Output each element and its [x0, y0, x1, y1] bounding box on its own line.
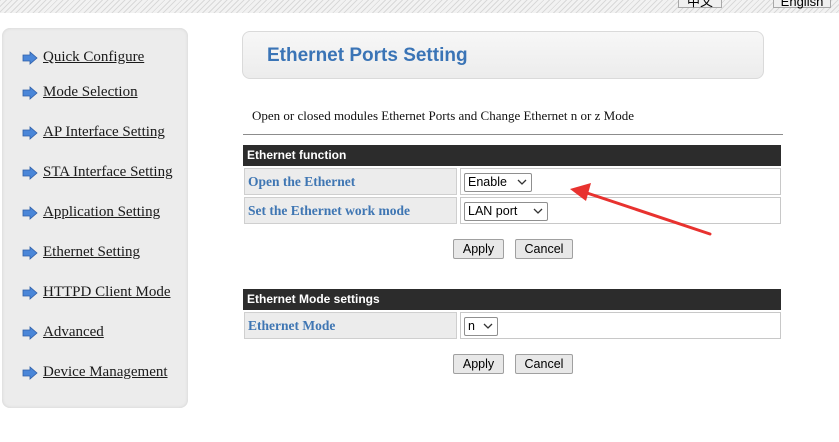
- chevron-down-icon: [483, 323, 493, 329]
- work-mode-select-value: LAN port: [468, 204, 518, 218]
- arrow-right-icon: [22, 245, 38, 260]
- sidebar-item-device-management[interactable]: Device Management: [22, 364, 168, 381]
- apply-button-mode[interactable]: Apply: [453, 354, 504, 374]
- ethernet-mode-field: n: [460, 312, 781, 339]
- arrow-right-icon: [22, 325, 38, 340]
- sidebar-item-sta-interface[interactable]: STA Interface Setting: [22, 164, 173, 181]
- sidebar-item-label: Quick Configure: [43, 49, 145, 65]
- ethernet-mode-label: Ethernet Mode: [244, 312, 457, 339]
- work-mode-select[interactable]: LAN port: [464, 202, 548, 221]
- sidebar-item-application-setting[interactable]: Application Setting: [22, 204, 160, 221]
- language-chinese-button[interactable]: 中文: [678, 0, 722, 9]
- sidebar-item-label: Ethernet Setting: [43, 244, 141, 260]
- sidebar-item-label: STA Interface Setting: [43, 164, 173, 180]
- open-ethernet-select[interactable]: Enable: [464, 173, 532, 192]
- apply-button[interactable]: Apply: [453, 239, 504, 259]
- sidebar-menu: Quick Configure Mode Selection AP Interf…: [2, 28, 188, 408]
- arrow-right-icon: [22, 165, 38, 180]
- sidebar-item-label: Mode Selection: [43, 84, 138, 100]
- sidebar-item-mode-selection[interactable]: Mode Selection: [22, 84, 138, 101]
- section-header-ethernet-function: Ethernet function: [243, 145, 781, 166]
- page-title-box: Ethernet Ports Setting: [242, 31, 764, 79]
- arrow-right-icon: [22, 125, 38, 140]
- arrow-right-icon: [22, 205, 38, 220]
- ethernet-mode-select-value: n: [468, 319, 475, 333]
- language-english-button[interactable]: English: [773, 0, 831, 9]
- page-title: Ethernet Ports Setting: [267, 45, 468, 66]
- open-ethernet-select-value: Enable: [468, 175, 507, 189]
- work-mode-label: Set the Ethernet work mode: [244, 197, 457, 224]
- chevron-down-icon: [533, 208, 543, 214]
- sidebar-item-ap-interface[interactable]: AP Interface Setting: [22, 124, 165, 141]
- open-ethernet-label: Open the Ethernet: [244, 168, 457, 195]
- sidebar-item-quick-configure[interactable]: Quick Configure: [22, 49, 144, 66]
- ethernet-mode-select[interactable]: n: [464, 317, 498, 336]
- section-header-ethernet-mode: Ethernet Mode settings: [243, 289, 781, 310]
- page-description: Open or closed modules Ethernet Ports an…: [252, 108, 634, 123]
- chevron-down-icon: [517, 179, 527, 185]
- sidebar-item-label: Device Management: [43, 364, 168, 380]
- arrow-right-icon: [22, 50, 38, 65]
- arrow-right-icon: [22, 285, 38, 300]
- divider: [243, 134, 783, 135]
- sidebar-item-label: Advanced: [43, 324, 104, 340]
- sidebar-item-label: HTTPD Client Mode: [43, 284, 171, 300]
- sidebar-item-label: Application Setting: [43, 204, 161, 220]
- sidebar-item-httpd-client-mode[interactable]: HTTPD Client Mode: [22, 284, 171, 301]
- arrow-right-icon: [22, 85, 38, 100]
- cancel-button-mode[interactable]: Cancel: [515, 354, 573, 374]
- arrow-right-icon: [22, 365, 38, 380]
- sidebar-item-advanced[interactable]: Advanced: [22, 324, 104, 341]
- sidebar-item-ethernet-setting[interactable]: Ethernet Setting: [22, 244, 140, 261]
- annotation-arrow-icon: [570, 183, 712, 236]
- sidebar-item-label: AP Interface Setting: [43, 124, 165, 140]
